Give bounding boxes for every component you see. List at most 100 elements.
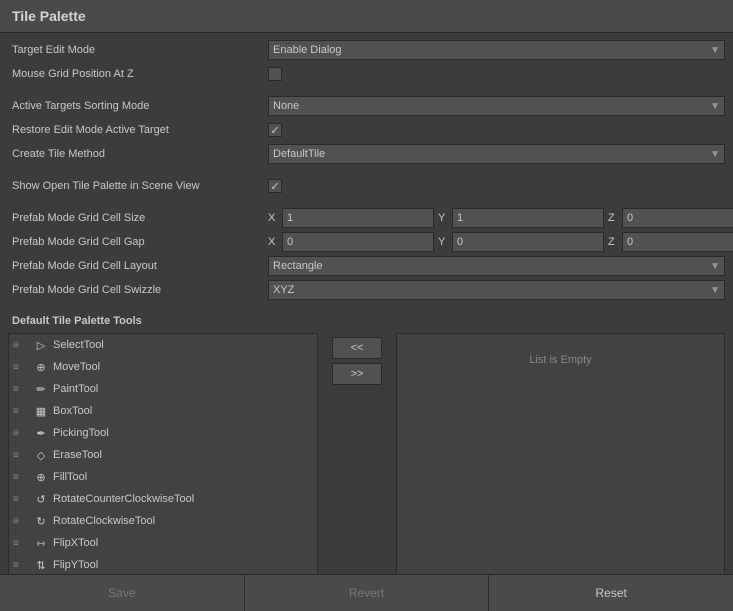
active-targets-row: Active Targets Sorting Mode None ▼ <box>8 95 725 117</box>
target-edit-mode-row: Target Edit Mode Enable Dialog ▼ <box>8 39 725 61</box>
prefab-cell-gap-y-label: Y <box>438 236 450 248</box>
tools-controls: << >> <box>322 333 392 574</box>
reset-button[interactable]: Reset <box>489 575 733 611</box>
tool-icon: ⊕ <box>33 361 49 374</box>
mouse-grid-checkbox[interactable] <box>268 67 282 81</box>
create-tile-dropdown[interactable]: DefaultTile ▼ <box>268 144 725 164</box>
prefab-cell-swizzle-dropdown-arrow: ▼ <box>710 285 720 296</box>
move-right-button[interactable]: >> <box>332 363 382 385</box>
active-targets-value: None ▼ <box>268 96 725 116</box>
active-targets-dropdown-arrow: ▼ <box>710 101 720 112</box>
separator-4 <box>8 303 725 311</box>
tools-list: ≡ ▷ SelectTool ≡ ⊕ MoveTool ≡ ✏ PaintToo… <box>8 333 318 574</box>
prefab-cell-layout-row: Prefab Mode Grid Cell Layout Rectangle ▼ <box>8 255 725 277</box>
tool-drag-handle: ≡ <box>13 340 29 351</box>
move-left-button[interactable]: << <box>332 337 382 359</box>
active-targets-label: Active Targets Sorting Mode <box>8 100 268 112</box>
create-tile-value: DefaultTile ▼ <box>268 144 725 164</box>
tool-item[interactable]: ≡ ↺ RotateCounterClockwiseTool <box>9 488 317 510</box>
tools-section-label: Default Tile Palette Tools <box>8 311 725 329</box>
tool-item[interactable]: ≡ ▷ SelectTool <box>9 334 317 356</box>
tool-name: PickingTool <box>53 427 109 439</box>
tool-item[interactable]: ≡ ✒ PickingTool <box>9 422 317 444</box>
prefab-cell-gap-y-input[interactable] <box>452 232 604 252</box>
target-edit-mode-dropdown-text: Enable Dialog <box>273 44 342 56</box>
prefab-cell-layout-value: Rectangle ▼ <box>268 256 725 276</box>
prefab-cell-size-z-input[interactable] <box>622 208 733 228</box>
prefab-cell-size-y-field: Y <box>438 208 604 228</box>
tool-name: RotateClockwiseTool <box>53 515 155 527</box>
tool-item[interactable]: ≡ ⊕ MoveTool <box>9 356 317 378</box>
prefab-cell-gap-x-label: X <box>268 236 280 248</box>
restore-edit-checkbox[interactable] <box>268 123 282 137</box>
prefab-cell-gap-x-input[interactable] <box>282 232 434 252</box>
prefab-cell-layout-dropdown[interactable]: Rectangle ▼ <box>268 256 725 276</box>
separator-2 <box>8 167 725 175</box>
prefab-cell-size-xyz: X Y Z <box>268 208 733 228</box>
target-edit-mode-dropdown[interactable]: Enable Dialog ▼ <box>268 40 725 60</box>
save-button[interactable]: Save <box>0 575 245 611</box>
mouse-grid-label: Mouse Grid Position At Z <box>8 68 268 80</box>
prefab-cell-gap-z-label: Z <box>608 236 620 248</box>
create-tile-dropdown-arrow: ▼ <box>710 149 720 160</box>
prefab-cell-size-label: Prefab Mode Grid Cell Size <box>8 212 268 224</box>
tool-name: PaintTool <box>53 383 98 395</box>
create-tile-dropdown-text: DefaultTile <box>273 148 325 160</box>
target-edit-mode-label: Target Edit Mode <box>8 44 268 56</box>
tools-area: ≡ ▷ SelectTool ≡ ⊕ MoveTool ≡ ✏ PaintToo… <box>8 333 725 574</box>
prefab-cell-gap-row: Prefab Mode Grid Cell Gap X Y Z <box>8 231 725 253</box>
prefab-cell-size-x-input[interactable] <box>282 208 434 228</box>
show-palette-checkbox[interactable] <box>268 179 282 193</box>
tool-name: MoveTool <box>53 361 100 373</box>
prefab-cell-gap-z-input[interactable] <box>622 232 733 252</box>
prefab-cell-swizzle-dropdown[interactable]: XYZ ▼ <box>268 280 725 300</box>
prefab-cell-layout-dropdown-text: Rectangle <box>273 260 323 272</box>
tool-item[interactable]: ≡ ⇅ FlipYTool <box>9 554 317 574</box>
tool-item[interactable]: ≡ ⇿ FlipXTool <box>9 532 317 554</box>
revert-button[interactable]: Revert <box>245 575 490 611</box>
title-bar: Tile Palette <box>0 0 733 33</box>
tool-icon: ✒ <box>33 427 49 440</box>
tool-name: SelectTool <box>53 339 104 351</box>
prefab-cell-size-z-field: Z <box>608 208 733 228</box>
prefab-cell-swizzle-dropdown-text: XYZ <box>273 284 294 296</box>
mouse-grid-checkbox-wrapper <box>268 67 725 81</box>
tool-icon: ✏ <box>33 383 49 396</box>
window-title: Tile Palette <box>12 8 721 24</box>
tool-name: BoxTool <box>53 405 92 417</box>
active-targets-dropdown[interactable]: None ▼ <box>268 96 725 116</box>
footer: Save Revert Reset <box>0 574 733 610</box>
prefab-cell-size-z-label: Z <box>608 212 620 224</box>
tool-item[interactable]: ≡ ✏ PaintTool <box>9 378 317 400</box>
prefab-cell-size-x-field: X <box>268 208 434 228</box>
prefab-cell-swizzle-value: XYZ ▼ <box>268 280 725 300</box>
tool-icon: ⇿ <box>33 537 49 550</box>
tool-item[interactable]: ≡ ↻ RotateClockwiseTool <box>9 510 317 532</box>
prefab-cell-layout-dropdown-arrow: ▼ <box>710 261 720 272</box>
show-palette-row: Show Open Tile Palette in Scene View <box>8 175 725 197</box>
prefab-cell-swizzle-label: Prefab Mode Grid Cell Swizzle <box>8 284 268 296</box>
tool-name: FlipYTool <box>53 559 98 571</box>
prefab-cell-gap-xyz: X Y Z <box>268 232 733 252</box>
tool-item[interactable]: ≡ ⊕ FillTool <box>9 466 317 488</box>
tool-icon: ⊕ <box>33 471 49 484</box>
prefab-cell-size-y-input[interactable] <box>452 208 604 228</box>
show-palette-label: Show Open Tile Palette in Scene View <box>8 180 268 192</box>
tool-drag-handle: ≡ <box>13 560 29 571</box>
tool-drag-handle: ≡ <box>13 516 29 527</box>
tool-item[interactable]: ≡ ◇ EraseTool <box>9 444 317 466</box>
separator-3 <box>8 199 725 207</box>
tool-name: RotateCounterClockwiseTool <box>53 493 194 505</box>
tile-palette-window: Tile Palette Target Edit Mode Enable Dia… <box>0 0 733 610</box>
restore-edit-label: Restore Edit Mode Active Target <box>8 124 268 136</box>
tool-drag-handle: ≡ <box>13 450 29 461</box>
tool-icon: ↻ <box>33 515 49 528</box>
show-palette-checkbox-wrapper <box>268 179 725 193</box>
tool-item[interactable]: ≡ ▦ BoxTool <box>9 400 317 422</box>
tool-name: FillTool <box>53 471 87 483</box>
prefab-cell-gap-value: X Y Z <box>268 232 733 252</box>
restore-edit-checkbox-wrapper <box>268 123 725 137</box>
prefab-cell-size-row: Prefab Mode Grid Cell Size X Y Z <box>8 207 725 229</box>
prefab-cell-gap-y-field: Y <box>438 232 604 252</box>
target-edit-mode-value: Enable Dialog ▼ <box>268 40 725 60</box>
